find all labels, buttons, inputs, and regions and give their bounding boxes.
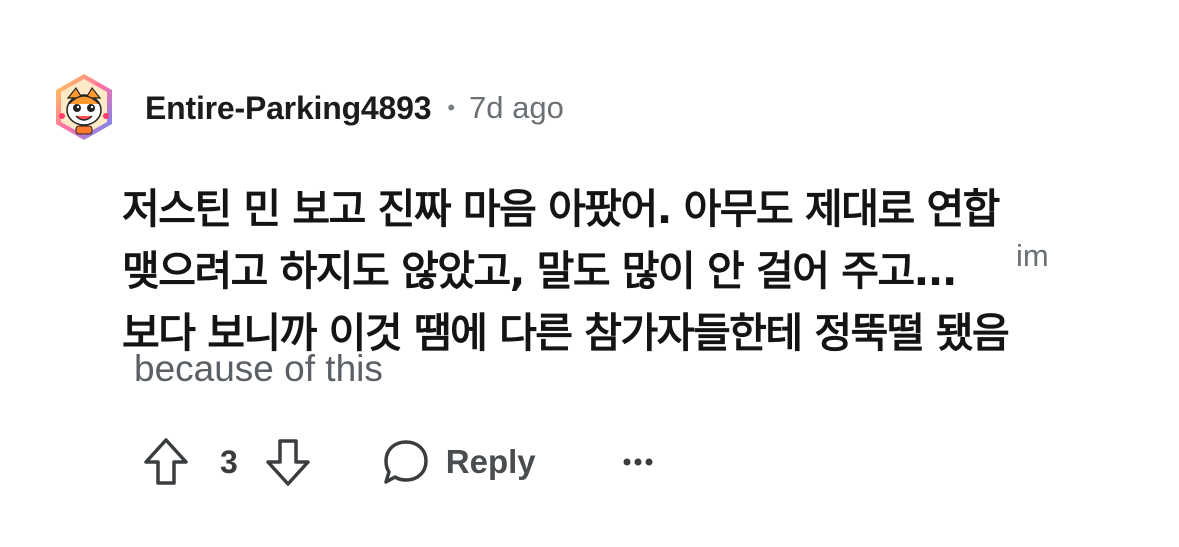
author-name[interactable]: Entire-Parking4893	[145, 90, 432, 127]
comment-meta: Entire-Parking4893 • 7d ago	[145, 86, 564, 130]
comment-body-line: 저스틴 민 보고 진짜 마음 아팠어. 아무도 제대로 연합	[122, 185, 1000, 233]
underlying-text-fragment: because of this	[134, 348, 383, 389]
speech-bubble-icon	[384, 440, 428, 484]
arrow-up-icon	[144, 438, 188, 485]
comment-age: 7d ago	[469, 90, 564, 125]
comment-actions: 3 Reply	[142, 432, 654, 492]
arrow-down-icon	[266, 439, 310, 486]
downvote-button[interactable]	[264, 436, 312, 488]
comment-body-line: 맺으려고 하지도 않았고, 말도 많이 안 걸어 주고...	[122, 247, 957, 295]
meta-separator: •	[447, 95, 456, 120]
vote-count: 3	[220, 443, 238, 480]
comment-body: 저스틴 민 보고 진짜 마음 아팠어. 아무도 제대로 연합 맺으려고 하지도 …	[122, 178, 1142, 364]
more-options-button[interactable]	[622, 456, 654, 468]
upvote-button[interactable]	[142, 436, 190, 488]
reply-label: Reply	[445, 443, 536, 480]
reply-button[interactable]: Reply	[382, 438, 536, 486]
underlying-text-fragment: im	[1016, 238, 1049, 273]
avatar[interactable]	[52, 70, 116, 142]
ellipsis-icon	[623, 458, 653, 466]
tiger-snoo-avatar-icon	[56, 74, 112, 140]
